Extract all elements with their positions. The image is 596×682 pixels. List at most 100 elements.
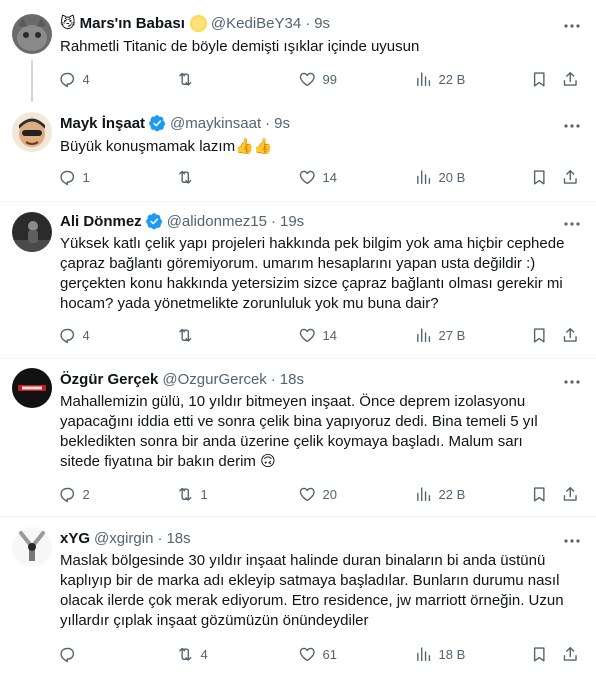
text-line: Mahallemizin gülü, 10 yıldır bitmeyen in…	[60, 393, 526, 410]
timestamp[interactable]: 9s	[314, 15, 330, 32]
view-count: 22 B	[438, 71, 466, 87]
avatar[interactable]	[12, 368, 52, 408]
reply-button[interactable]: 2	[58, 484, 90, 504]
more-options-icon[interactable]	[562, 372, 582, 392]
timestamp[interactable]: 18s	[166, 530, 190, 547]
more-options-icon[interactable]	[562, 531, 582, 551]
separator-dot: ·	[265, 114, 271, 132]
avatar[interactable]	[12, 527, 52, 567]
heart-icon	[299, 647, 315, 661]
heart-icon	[299, 72, 315, 86]
like-button[interactable]: 61	[298, 644, 337, 664]
more-options-icon[interactable]	[562, 116, 582, 136]
text-line: Maslak bölgesinde 30 yıldır inşaat halin…	[60, 552, 546, 569]
reply-button[interactable]: 4	[58, 325, 90, 345]
views-button[interactable]: 22 B	[414, 69, 465, 89]
text-line: hocam? yada yönetmelikte zorunluluk yok …	[60, 295, 439, 312]
timestamp[interactable]: 9s	[274, 115, 290, 132]
reply-count: 1	[82, 169, 90, 185]
retweet-icon	[179, 328, 192, 342]
avatar[interactable]	[12, 212, 52, 252]
bookmark-icon	[533, 328, 545, 343]
share-icon	[563, 169, 577, 184]
retweet-button[interactable]	[176, 69, 201, 89]
share-button[interactable]	[561, 325, 580, 345]
user-handle[interactable]: @KediBeY34	[211, 15, 301, 32]
tweet-text: Mahallemizin gülü, 10 yıldır bitmeyen in…	[60, 392, 580, 472]
tweet-3[interactable]: Ali Dönmez @alidonmez15 · 19s Yüksek kat…	[0, 202, 596, 358]
separator-dot: ·	[157, 529, 163, 547]
views-button[interactable]: 22 B	[414, 484, 465, 504]
like-button[interactable]: 14	[298, 325, 337, 345]
display-name[interactable]: xYG	[60, 530, 90, 547]
timestamp[interactable]: 18s	[280, 371, 304, 388]
user-handle[interactable]: @maykinsaat	[170, 115, 261, 132]
tweet-text: Büyük konuşmamak lazım👍👍	[60, 138, 273, 155]
views-button[interactable]: 20 B	[414, 167, 465, 187]
bookmark-button[interactable]	[530, 325, 549, 345]
like-button[interactable]: 20	[298, 484, 337, 504]
bookmark-button[interactable]	[530, 484, 549, 504]
share-icon	[563, 71, 577, 86]
user-handle[interactable]: @OzgurGercek	[162, 371, 266, 388]
like-button[interactable]: 14	[298, 167, 337, 187]
share-icon	[563, 646, 577, 661]
text-line: kaplıyıp bir de marka adı ekleyip satmay…	[60, 572, 560, 589]
avatar[interactable]	[12, 112, 52, 152]
tweet-2[interactable]: Mayk İnşaat @maykinsaat · 9s Büyük konuş…	[0, 104, 596, 202]
reply-button[interactable]: 1	[58, 167, 90, 187]
retweet-icon	[179, 170, 192, 184]
separator-dot: ·	[305, 14, 311, 32]
text-line: Yüksek katlı çelik yapı projeleri hakkın…	[60, 235, 565, 252]
reply-icon	[60, 647, 75, 663]
retweet-button[interactable]: 4	[176, 644, 208, 664]
bookmark-icon	[533, 170, 545, 185]
user-handle[interactable]: @xgirgin	[94, 530, 153, 547]
action-bar: 4 14 27 B	[58, 325, 588, 345]
bookmark-icon	[533, 487, 545, 502]
bookmark-button[interactable]	[530, 167, 549, 187]
verified-badge-icon	[149, 115, 166, 132]
share-button[interactable]	[561, 69, 580, 89]
sun-emoji-icon	[189, 14, 207, 32]
reply-button[interactable]	[58, 644, 83, 664]
reply-icon	[60, 328, 75, 344]
retweet-button[interactable]: 1	[176, 484, 208, 504]
tweet-4[interactable]: Özgür Gerçek @OzgurGercek · 18s Mahallem…	[0, 359, 596, 516]
display-name[interactable]: Ali Dönmez	[60, 213, 142, 230]
view-count: 20 B	[438, 169, 466, 185]
share-button[interactable]	[561, 644, 580, 664]
action-bar: 1 14 20 B	[58, 167, 588, 187]
retweet-button[interactable]	[176, 325, 201, 345]
tweet-text: Maslak bölgesinde 30 yıldır inşaat halin…	[60, 551, 580, 631]
like-count: 61	[322, 646, 337, 662]
bookmark-icon	[533, 647, 545, 662]
like-button[interactable]: 99	[298, 69, 337, 89]
views-button[interactable]: 27 B	[414, 325, 465, 345]
avatar[interactable]	[12, 14, 52, 54]
thread-connector	[31, 60, 33, 102]
more-options-icon[interactable]	[562, 214, 582, 234]
heart-icon	[299, 170, 315, 184]
views-chart-icon	[417, 170, 431, 184]
retweet-button[interactable]	[176, 167, 201, 187]
bookmark-button[interactable]	[530, 644, 549, 664]
action-bar: 4 99 22 B	[58, 69, 588, 89]
share-icon	[563, 486, 577, 501]
user-handle[interactable]: @alidonmez15	[167, 213, 267, 230]
display-name[interactable]: Mayk İnşaat	[60, 115, 145, 132]
views-button[interactable]: 18 B	[414, 644, 465, 664]
bookmark-button[interactable]	[530, 69, 549, 89]
share-button[interactable]	[561, 167, 580, 187]
timestamp[interactable]: 19s	[280, 213, 304, 230]
reply-count: 4	[82, 327, 90, 343]
reply-button[interactable]: 4	[58, 69, 90, 89]
display-name[interactable]: Özgür Gerçek	[60, 371, 158, 388]
tweet-1[interactable]: 😼 Mars'ın Babası @KediBeY34 · 9s Rahmetl…	[0, 0, 596, 104]
tweet-5[interactable]: xYG @xgirgin · 18s Maslak bölgesinde 30 …	[0, 517, 596, 682]
more-options-icon[interactable]	[562, 16, 582, 36]
display-name[interactable]: Mars'ın Babası	[80, 15, 185, 32]
text-line: yıllardır çıplak inşaat gözümüzün önünde…	[60, 612, 369, 629]
share-button[interactable]	[561, 484, 580, 504]
reply-icon	[60, 72, 75, 88]
